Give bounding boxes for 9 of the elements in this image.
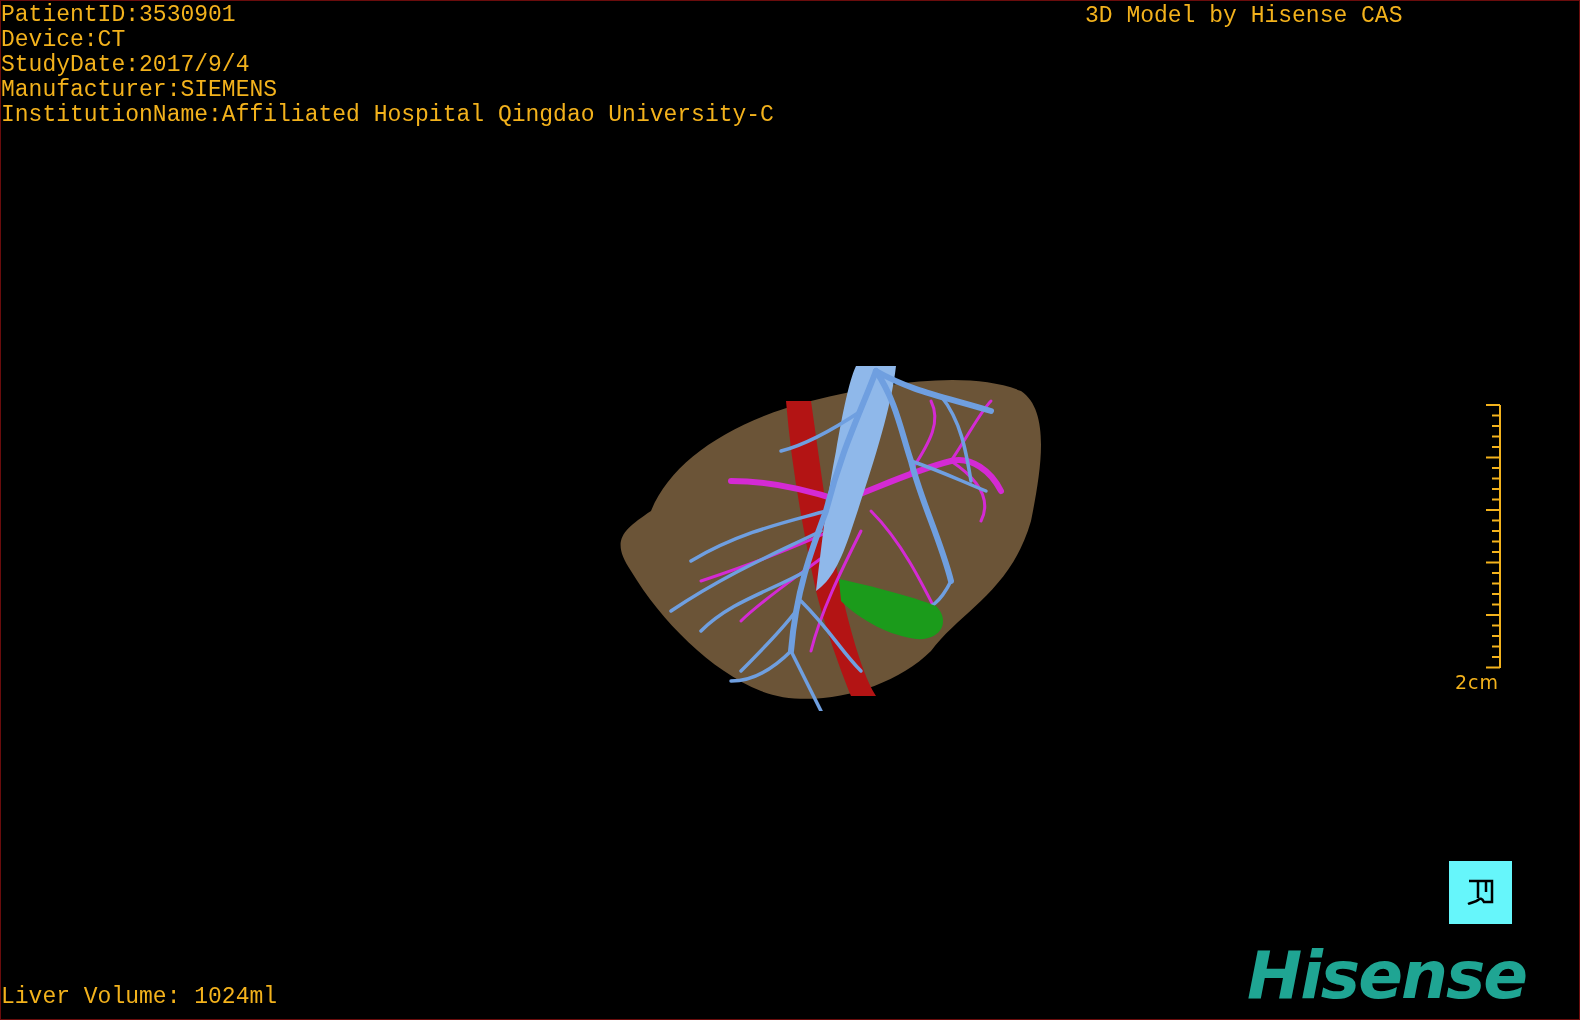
model-credit-text: 3D Model by Hisense CAS bbox=[1085, 4, 1403, 29]
study-info-text: PatientID:3530901 bbox=[1, 3, 237, 28]
study-info-text: StudyDate:2017/9/4 bbox=[1, 53, 251, 78]
brand-logo: Hisense bbox=[1247, 939, 1526, 1013]
scale-label: 2cm bbox=[1455, 671, 1500, 693]
study-info-text: Device:CT bbox=[1, 28, 127, 53]
liver-volume-text: Liver Volume: 1024ml bbox=[1, 985, 278, 1010]
study-info-text: InstitutionName:Affiliated Hospital Qingdao University-C bbox=[1, 103, 774, 128]
study-info-text: Manufacturer:SIEMENS bbox=[1, 78, 279, 103]
